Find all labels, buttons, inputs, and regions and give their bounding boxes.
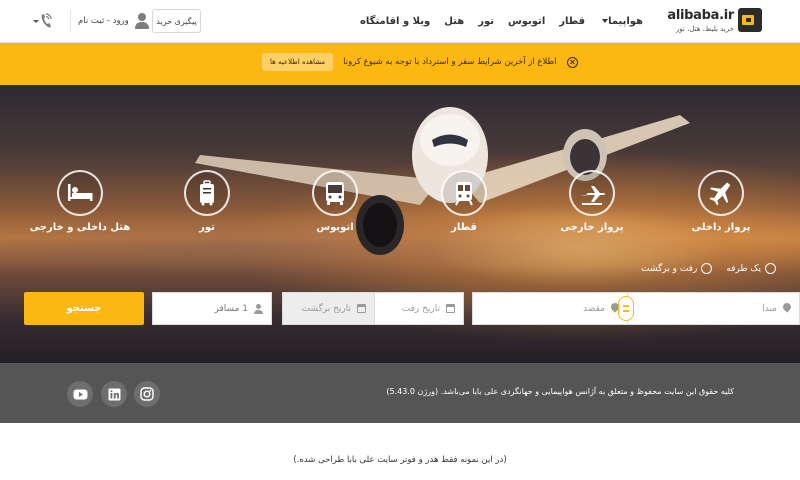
nav-item-hotel[interactable]: هتل [437,16,471,27]
service-domestic-flight[interactable]: پرواز داخلی [661,170,781,233]
logo-tagline: خرید بلیط، هتل، تور [675,25,734,33]
header-divider [70,10,71,32]
return-placeholder: تاریخ برگشت [301,303,351,314]
covid-notice-bar: اطلاع از آخرین شرایط سفر و استرداد با تو… [0,43,800,85]
depart-date-input[interactable]: تاریخ رفت [374,292,464,325]
close-icon[interactable] [566,56,578,68]
nav-item-tour[interactable]: تور [471,16,501,27]
demo-note: (در این نمونه فقط هدر و فوتر سایت علی با… [293,455,507,465]
linkedin-icon [108,388,120,400]
nav-item-villa[interactable]: ویلا و اقامتگاه [353,16,437,27]
site-header: alibaba.ir خرید بلیط، هتل، تور هواپیما ق… [0,0,800,43]
track-order-button[interactable]: پیگیری خرید [152,9,201,33]
notice-text: اطلاع از آخرین شرایط سفر و استرداد با تو… [343,57,557,67]
logo-icon [738,8,762,32]
calendar-icon [446,304,455,313]
linkedin-link[interactable] [101,381,127,407]
tour-icon [184,170,230,216]
hero-banner: پرواز داخلی پرواز خارجی قطار اتوبوس تور … [0,85,800,363]
service-bus[interactable]: اتوبوس [275,170,395,233]
instagram-link[interactable] [134,381,160,407]
service-hotel[interactable]: هتل داخلی و خارجی [20,170,140,233]
radio-icon [701,263,713,274]
location-pin-icon [783,303,791,314]
service-label: اتوبوس [316,222,354,233]
service-international-flight[interactable]: پرواز خارجی [532,170,652,233]
passenger-icon [254,303,263,314]
domestic-flight-icon [698,170,744,216]
calendar-icon [357,304,366,313]
passenger-value: 1 مسافر [214,303,248,314]
depart-placeholder: تاریخ رفت [401,303,440,314]
youtube-link[interactable] [67,381,93,407]
login-label: ورود - ثبت نام [78,16,129,26]
swap-route-button[interactable] [618,296,634,321]
instagram-icon [140,387,154,401]
service-label: پرواز خارجی [560,222,624,233]
service-label: تور [199,222,215,233]
search-button[interactable]: جستجو [24,292,144,325]
origin-input[interactable]: مبدا [626,292,800,325]
youtube-icon [73,389,87,399]
radio-label: یک طرفه [726,263,761,274]
main-nav: هواپیما قطار اتوبوس تور هتل ویلا و اقامت… [353,0,650,43]
nav-item-train[interactable]: قطار [552,16,592,27]
bus-icon [312,170,358,216]
copyright-text: کلیه حقوق این سایت محفوظ و متعلق به آژان… [386,387,734,396]
service-label: هتل داخلی و خارجی [29,222,131,233]
site-logo[interactable]: alibaba.ir خرید بلیط، هتل، تور [667,6,762,38]
service-train[interactable]: قطار [404,170,524,233]
service-tour[interactable]: تور [147,170,267,233]
radio-label: رفت و برگشت [641,263,698,274]
support-phone-button[interactable] [30,11,54,31]
radio-round-trip[interactable]: رفت و برگشت [641,263,713,274]
nav-item-airplane[interactable]: هواپیما [592,16,650,27]
train-icon [441,170,487,216]
nav-item-bus[interactable]: اتوبوس [501,16,552,27]
view-notices-button[interactable]: مشاهده اطلاعیه ها [262,53,334,71]
radio-icon [765,263,776,274]
passenger-count-input[interactable]: 1 مسافر [152,292,272,325]
login-button[interactable]: ورود - ثبت نام [78,12,149,30]
service-label: قطار [451,222,477,233]
radio-one-way[interactable]: یک طرفه [726,263,776,274]
trip-type-selector: یک طرفه رفت و برگشت [641,263,776,274]
site-footer: کلیه حقوق این سایت محفوظ و متعلق به آژان… [0,363,800,423]
service-label: پرواز داخلی [691,222,751,233]
destination-placeholder: مقصد [583,303,605,314]
user-icon [134,13,149,29]
origin-placeholder: مبدا [762,303,777,314]
return-date-input[interactable]: تاریخ برگشت [282,292,375,325]
destination-input[interactable]: مقصد [472,292,628,325]
hotel-icon [57,170,103,216]
phone-icon [33,13,52,28]
international-flight-icon [569,170,615,216]
logo-text: alibaba.ir [667,8,734,23]
